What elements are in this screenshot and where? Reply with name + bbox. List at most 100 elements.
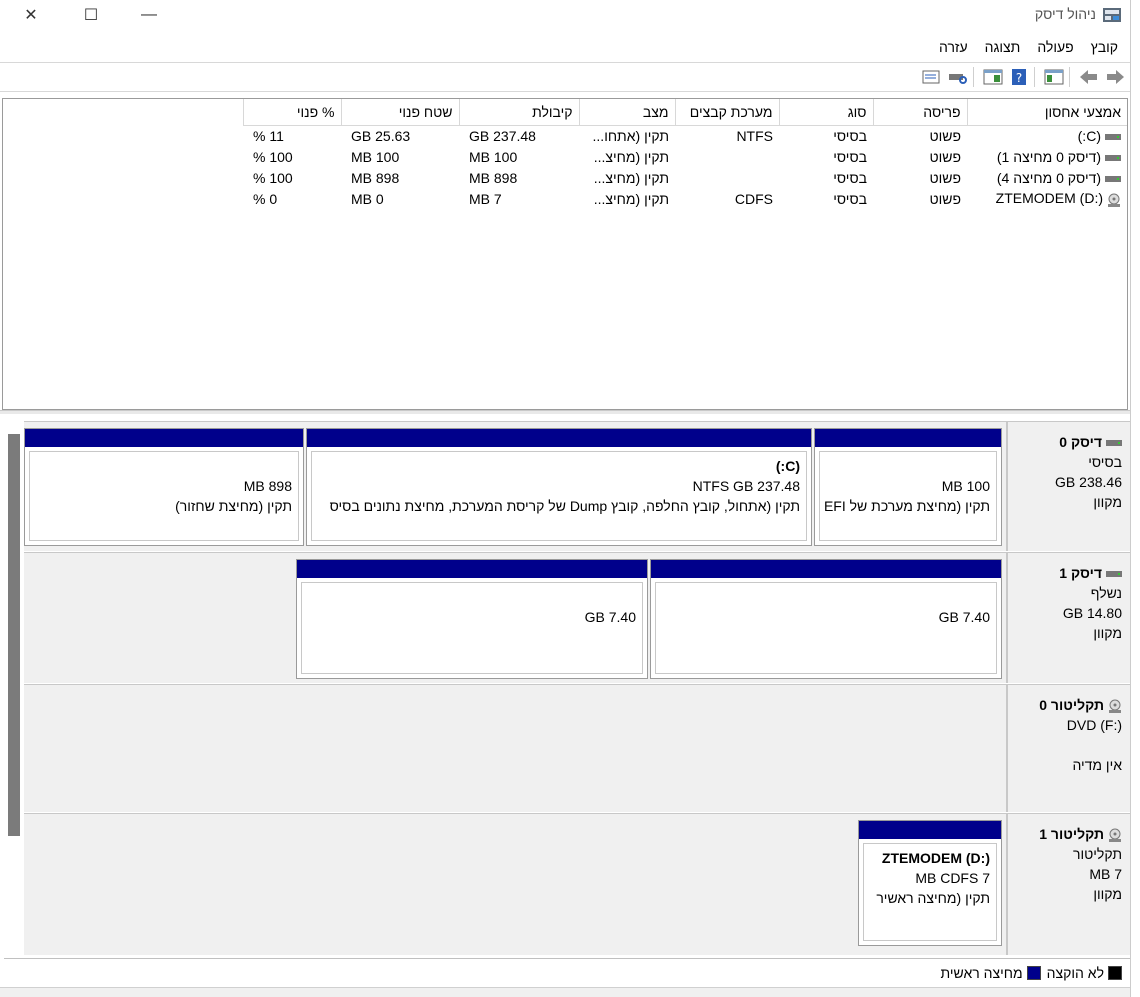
disk-label[interactable]: דיסק 0 בסיסי 238.46 GB מקוון — [1006, 422, 1130, 551]
drive-icon — [1105, 154, 1121, 161]
partition-status: תקין (מחיצה ראשיר — [876, 890, 990, 906]
disk-label[interactable]: תקליטור 1 תקליטור 7 MB מקוון — [1006, 814, 1130, 955]
arrow-right-icon — [1107, 70, 1124, 84]
volume-name-cell: (דיסק 0 מחיצה 4) — [967, 167, 1127, 188]
table-row[interactable]: (דיסק 0 מחיצה 1) פשוט בסיסי תקין (מחיצ..… — [243, 146, 1127, 167]
partition-info: ZTEMODEM (D:) 7 MB CDFS תקין (מחיצה ראשי… — [863, 843, 997, 941]
disk-name: תקליטור 0 — [1039, 697, 1104, 713]
partition-status: תקין (אתחול, קובץ החלפה, קובץ Dump של קר… — [329, 498, 800, 514]
primary-partition-bar — [859, 821, 1001, 839]
drive-icon — [1105, 175, 1121, 182]
column-header-type[interactable]: סוג — [778, 99, 873, 126]
percent-free-cell: 11 % — [253, 127, 284, 144]
type-cell: בסיסי — [833, 148, 867, 165]
disk-label[interactable]: דיסק 1 נשלף 14.80 GB מקוון — [1006, 553, 1130, 683]
partition-c[interactable]: (C:) 237.48 NTFS GB תקין (אתחול, קובץ הח… — [306, 428, 812, 546]
legend-label-primary: מחיצה ראשית — [940, 964, 1023, 981]
partition-disk1-b[interactable]: 7.40 GB — [296, 559, 648, 679]
column-header-free-space[interactable]: שטח פנוי — [340, 99, 459, 126]
disk-type: תקליטור — [1073, 846, 1122, 862]
arrow-left-icon — [1080, 70, 1097, 84]
forward-button[interactable] — [1104, 66, 1126, 88]
partition-size: 237.48 NTFS GB — [692, 478, 800, 494]
free-space-cell: 0 MB — [351, 190, 384, 207]
disk-label[interactable]: תקליטור 0 DVD (F:) אין מדיה — [1006, 685, 1130, 812]
status-cell: תקין (מחיצ... — [593, 148, 669, 165]
layout-cell: פשוט — [929, 148, 961, 165]
layout-cell: פשוט — [929, 169, 961, 186]
help-icon: ? — [1012, 69, 1026, 85]
disk-row-disk1: דיסק 1 נשלף 14.80 GB מקוון 7.40 GB 7.40 … — [24, 552, 1130, 683]
table-row[interactable]: ZTEMODEM (D:) פשוט בסיסי CDFS תקין (מחיצ… — [243, 188, 1127, 209]
disk-row-disk0: דיסק 0 בסיסי 238.46 GB מקוון 100 MB תקין… — [24, 421, 1130, 551]
percent-free-cell: 100 % — [253, 169, 293, 186]
help-button[interactable]: ? — [1008, 66, 1030, 88]
capacity-cell: 100 MB — [469, 148, 518, 165]
close-button[interactable]: ✕ — [2, 0, 60, 30]
menu-file[interactable]: קובץ — [1085, 34, 1124, 60]
partition-title: ZTEMODEM (D:) — [881, 850, 990, 866]
column-header-capacity[interactable]: קיבולת — [458, 99, 579, 126]
volume-list: אמצעי אחסון פריסה סוג מערכת קבצים מצב קי… — [2, 98, 1128, 410]
menu-action[interactable]: פעולה — [1031, 34, 1079, 60]
minimize-button[interactable]: — — [120, 0, 178, 30]
disk-state: מקוון — [1093, 886, 1122, 902]
back-button[interactable] — [1078, 66, 1100, 88]
menu-bar: קובץ פעולה תצוגה עזרה — [0, 34, 1130, 60]
disk-state: מקוון — [1093, 494, 1122, 510]
table-row[interactable]: (C:) פשוט בסיסי NTFS תקין (אתחו... 237.4… — [243, 125, 1127, 146]
primary-partition-bar — [815, 429, 1001, 447]
partition-efi[interactable]: 100 MB תקין (מחיצת מערכת של EFI — [814, 428, 1002, 546]
partition-status: תקין (מחיצת שחזור) — [175, 498, 292, 514]
status-cell: תקין (אתחו... — [592, 127, 669, 144]
title-bar: ✕ ☐ — ניהול דיסק — [0, 0, 1130, 32]
status-cell: תקין (מחיצ... — [593, 190, 669, 207]
primary-partition-bar — [651, 560, 1001, 578]
properties-button[interactable] — [982, 66, 1004, 88]
column-header-layout[interactable]: פריסה — [872, 99, 967, 126]
cdrom-icon — [1108, 193, 1120, 207]
primary-partition-bar — [25, 429, 303, 447]
disk-size: 14.80 GB — [1062, 605, 1122, 621]
rescan-disks-button[interactable] — [947, 66, 969, 88]
toolbar-separator — [1069, 67, 1070, 87]
refresh-button[interactable] — [921, 66, 943, 88]
toolbar: ? — [0, 62, 1130, 92]
percent-free-cell: 0 % — [253, 190, 278, 207]
show-hide-console-tree-button[interactable] — [1043, 66, 1065, 88]
disk-size: 7 MB — [1089, 866, 1122, 882]
volume-name-cell: (C:) — [967, 125, 1127, 146]
partition-size: 7.40 GB — [938, 609, 990, 625]
volume-table: אמצעי אחסון פריסה סוג מערכת קבצים מצב קי… — [242, 99, 1127, 209]
capacity-cell: 898 MB — [469, 169, 518, 186]
cdrom-icon — [1109, 699, 1121, 714]
partition-size: 100 MB — [941, 478, 990, 494]
filesystem-cell: NTFS — [736, 127, 773, 144]
toolbar-separator — [973, 67, 974, 87]
percent-free-cell: 100 % — [253, 148, 293, 165]
column-header-volume[interactable]: אמצעי אחסון — [966, 99, 1127, 126]
free-space-cell: 100 MB — [351, 148, 400, 165]
console-tree-icon — [1044, 69, 1064, 85]
column-header-filesystem[interactable]: מערכת קבצים — [674, 99, 779, 126]
window-title: ניהול דיסק — [1034, 6, 1096, 22]
primary-partition-bar — [297, 560, 647, 578]
column-header-status[interactable]: מצב — [578, 99, 675, 126]
volume-name: ZTEMODEM (D:) — [995, 190, 1103, 207]
menu-view[interactable]: תצוגה — [979, 34, 1027, 60]
partition-size: 7.40 GB — [584, 609, 636, 625]
legend-swatch-unallocated — [1108, 965, 1122, 980]
partition-recovery[interactable]: 898 MB תקין (מחיצת שחזור) — [24, 428, 304, 546]
partition-ztemodem[interactable]: ZTEMODEM (D:) 7 MB CDFS תקין (מחיצה ראשי… — [858, 820, 1002, 946]
volume-name-cell: (דיסק 0 מחיצה 1) — [967, 146, 1127, 167]
capacity-cell: 237.48 GB — [469, 127, 536, 144]
vertical-scrollbar[interactable] — [8, 434, 20, 836]
table-row[interactable]: (דיסק 0 מחיצה 4) פשוט בסיסי תקין (מחיצ..… — [243, 167, 1127, 188]
menu-help[interactable]: עזרה — [933, 34, 974, 60]
layout-cell: פשוט — [929, 127, 961, 144]
partition-disk1-a[interactable]: 7.40 GB — [650, 559, 1002, 679]
maximize-button[interactable]: ☐ — [62, 0, 120, 30]
column-header-percent-free[interactable]: % פנוי — [242, 99, 341, 126]
filesystem-cell — [675, 146, 779, 167]
type-cell: בסיסי — [833, 169, 867, 186]
